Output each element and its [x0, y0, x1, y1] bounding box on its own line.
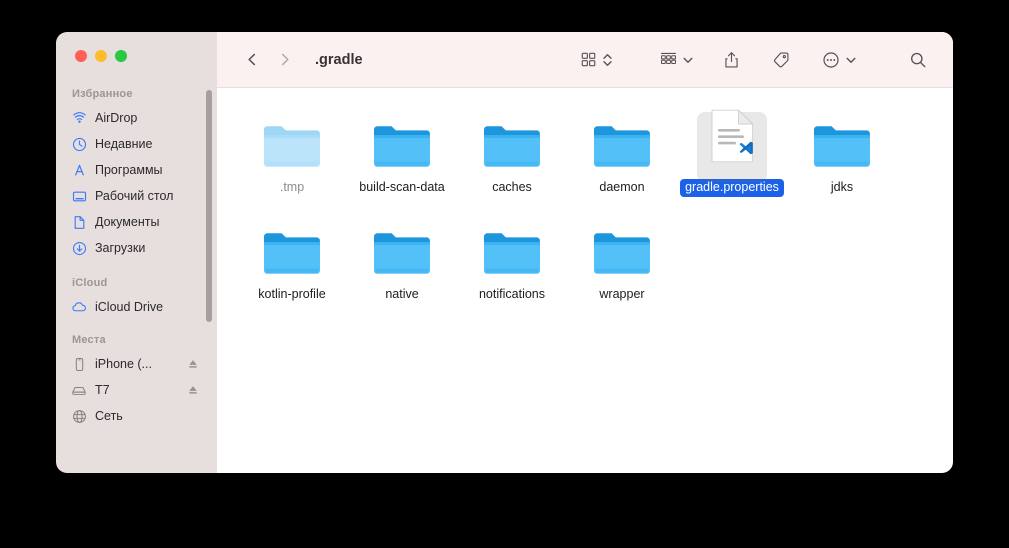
share-icon[interactable]	[718, 47, 744, 73]
file-label: caches	[492, 180, 532, 194]
sidebar-item-label: iPhone (...	[95, 357, 152, 371]
file-label: jdks	[830, 180, 854, 194]
more-actions-icon[interactable]	[818, 47, 844, 73]
sidebar-scroll-area[interactable]: Избранное AirDrop Недавние Программы Раб…	[56, 88, 217, 473]
sidebar-item-label: AirDrop	[95, 111, 138, 125]
group-by-chevron-icon[interactable]	[682, 54, 694, 66]
sidebar-item-label: Документы	[95, 215, 160, 229]
airdrop-icon	[71, 110, 87, 126]
network-globe-icon	[71, 408, 87, 424]
external-drive-icon	[71, 382, 87, 398]
sidebar-group-title: Места	[72, 334, 106, 346]
view-stepper-chevron-icon[interactable]	[602, 52, 613, 68]
view-mode-control[interactable]	[575, 47, 613, 73]
file-row: .tmp build-scan-data caches daemon gradl…	[217, 102, 953, 197]
page-title: .gradle	[315, 51, 363, 68]
file-label: kotlin-profile	[258, 287, 326, 301]
eject-icon[interactable]	[187, 384, 199, 396]
cloud-icon	[71, 299, 87, 315]
finder-window: Избранное AirDrop Недавние Программы Раб…	[56, 32, 953, 473]
folder-icon	[370, 112, 434, 170]
sidebar-item-icloud-drive[interactable]: iCloud Drive	[56, 294, 207, 320]
clock-icon	[71, 136, 87, 152]
file-item-daemon[interactable]: daemon	[567, 102, 677, 197]
sidebar-item-label: Сеть	[95, 409, 123, 423]
folder-icon	[260, 112, 324, 170]
desktop-icon	[71, 188, 87, 204]
file-item-build-scan-data[interactable]: build-scan-data	[347, 102, 457, 197]
applications-icon	[71, 162, 87, 178]
iphone-icon	[71, 356, 87, 372]
tag-icon[interactable]	[768, 47, 794, 73]
sidebar-item-label: Загрузки	[95, 241, 146, 255]
file-item-native[interactable]: native	[347, 209, 457, 304]
close-button[interactable]	[75, 50, 87, 62]
file-label: build-scan-data	[359, 180, 445, 194]
sidebar-item-label: T7	[95, 383, 110, 397]
eject-icon[interactable]	[187, 358, 199, 370]
sidebar-item-recents[interactable]: Недавние	[56, 131, 207, 157]
file-item-jdks[interactable]: jdks	[787, 102, 897, 197]
folder-icon	[480, 219, 544, 277]
sidebar-group-places: Места iPhone (... T7 Сеть	[56, 334, 207, 429]
sidebar-item-applications[interactable]: Программы	[56, 157, 207, 183]
sidebar-scrollbar[interactable]	[206, 90, 212, 322]
file-label: daemon	[599, 180, 645, 194]
sidebar-item-downloads[interactable]: Загрузки	[56, 235, 207, 261]
more-actions-control[interactable]	[818, 47, 857, 73]
folder-icon	[590, 219, 654, 277]
file-label: native	[385, 287, 419, 301]
file-item-kotlin-profile[interactable]: kotlin-profile	[237, 209, 347, 304]
maximize-button[interactable]	[115, 50, 127, 62]
folder-icon	[480, 112, 544, 170]
file-label: notifications	[478, 287, 545, 301]
sidebar-item-t7[interactable]: T7	[56, 377, 207, 403]
document-glyph	[707, 107, 757, 170]
sidebar-item-desktop[interactable]: Рабочий стол	[56, 183, 207, 209]
file-label: wrapper	[599, 287, 645, 301]
document-icon	[71, 214, 87, 230]
sidebar-item-label: iCloud Drive	[95, 300, 164, 314]
sidebar-group-favorites: Избранное AirDrop Недавние Программы Раб…	[56, 88, 207, 261]
folder-icon	[590, 112, 654, 170]
toolbar-actions	[575, 47, 931, 73]
forward-button[interactable]	[273, 47, 295, 73]
sidebar-item-airdrop[interactable]: AirDrop	[56, 105, 207, 131]
folder-icon	[370, 219, 434, 277]
minimize-button[interactable]	[95, 50, 107, 62]
search-icon[interactable]	[905, 47, 931, 73]
file-item-tmp[interactable]: .tmp	[237, 102, 347, 197]
group-by-control[interactable]	[655, 47, 694, 73]
sidebar-group-icloud: iCloud iCloud Drive	[56, 277, 207, 320]
file-item-wrapper[interactable]: wrapper	[567, 209, 677, 304]
sidebar-item-network[interactable]: Сеть	[56, 403, 207, 429]
sidebar-group-title: Избранное	[72, 88, 133, 100]
toolbar: .gradle	[217, 32, 953, 88]
main-pane: .gradle .tmp build-scan-data caches daem…	[217, 32, 953, 473]
file-item-caches[interactable]: caches	[457, 102, 567, 197]
vscode-document-icon	[697, 109, 767, 182]
sidebar-item-label: Недавние	[95, 137, 153, 151]
file-label: .tmp	[279, 180, 305, 194]
sidebar-item-label: Программы	[95, 163, 163, 177]
folder-icon	[260, 219, 324, 277]
folder-icon	[810, 112, 874, 170]
icon-view-icon[interactable]	[575, 47, 601, 73]
downloads-icon	[71, 240, 87, 256]
sidebar-item-iphone[interactable]: iPhone (...	[56, 351, 207, 377]
sidebar-item-documents[interactable]: Документы	[56, 209, 207, 235]
more-actions-chevron-icon[interactable]	[845, 54, 857, 66]
back-button[interactable]	[241, 47, 263, 73]
file-row: kotlin-profile native notifications wrap…	[217, 209, 953, 304]
file-item-gradle-properties[interactable]: gradle.properties	[677, 102, 787, 197]
file-grid[interactable]: .tmp build-scan-data caches daemon gradl…	[217, 88, 953, 473]
sidebar: Избранное AirDrop Недавние Программы Раб…	[56, 32, 217, 473]
sidebar-group-title: iCloud	[72, 277, 108, 289]
window-controls	[75, 50, 127, 62]
group-by-icon[interactable]	[655, 47, 681, 73]
sidebar-item-label: Рабочий стол	[95, 189, 174, 203]
file-item-notifications[interactable]: notifications	[457, 209, 567, 304]
